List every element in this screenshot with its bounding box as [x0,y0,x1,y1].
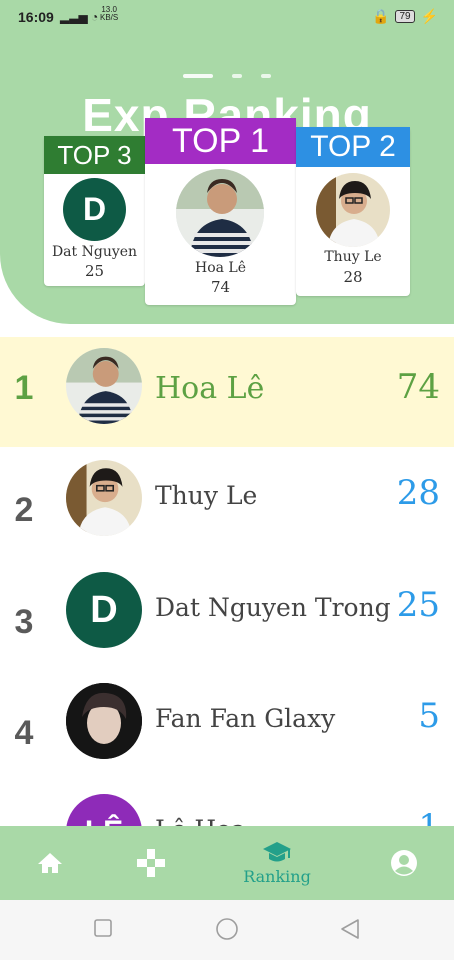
account-circle-icon [391,850,417,876]
avatar [176,169,264,257]
avatar: D [63,178,126,241]
battery-icon: 79 [395,10,415,23]
page-dot[interactable] [261,74,271,78]
graduation-cap-icon [263,841,291,861]
network-speed: 13.0 KB/S [100,5,119,22]
podium-top1[interactable]: TOP 1 Hoa Lê 74 [145,118,296,305]
podium-top3[interactable]: TOP 3 D Dat Nguyen 25 [44,136,145,286]
person-photo-icon [66,348,142,424]
person-photo-icon [66,460,142,536]
lock-icon: 🔒 [372,8,390,24]
player-score: 74 [396,367,440,407]
rank-number: 1 [14,369,34,407]
avatar [66,460,142,536]
page-dot[interactable] [232,74,242,78]
player-score: 5 [418,696,440,736]
system-navigation-bar [0,900,454,960]
podium-name: Hoa Lê [194,260,247,276]
list-item[interactable]: 4 Fan Fan Glaxy 5 [0,682,454,792]
recents-icon[interactable] [93,918,113,938]
person-photo-icon [66,683,142,759]
player-name: Thuy Le [155,481,258,510]
home-icon [38,853,62,873]
player-name: Fan Fan Glaxy [155,704,336,733]
list-item[interactable]: 2 Thuy Le 28 [0,459,454,569]
avatar [316,173,390,247]
rank-number: 3 [14,603,34,641]
status-bar: 16:09 ▂▃▅ ◔ 13.0 KB/S 🔒 79 ⚡ [0,0,454,34]
nav-ranking[interactable]: Ranking [237,826,317,900]
home-button-icon[interactable] [215,917,239,941]
nav-games[interactable] [111,826,191,900]
nav-ranking-label: Ranking [243,866,311,886]
player-name: Dat Nguyen Trong [155,593,391,622]
podium-name: Thuy Le [324,249,382,265]
podium-score: 74 [210,278,231,296]
podium-top2[interactable]: TOP 2 Thuy Le 28 [296,127,410,296]
top3-tag: TOP 3 [44,136,145,174]
top2-tag: TOP 2 [296,127,410,167]
nav-home[interactable] [10,826,90,900]
nav-profile[interactable] [364,826,444,900]
page-dot-active[interactable] [183,74,213,78]
list-item[interactable]: 3 D Dat Nguyen Trong 25 [0,571,454,681]
player-score: 28 [396,473,440,513]
rank-number: 2 [14,491,34,529]
signal-icon: ▂▃▅ ◔ [60,10,99,24]
person-photo-icon [176,169,264,257]
page-indicator [0,74,454,80]
person-photo-icon [316,173,390,247]
status-time: 16:09 [18,9,54,25]
avatar: D [66,572,142,648]
gamepad-icon [137,849,165,877]
player-name: Hoa Lê [155,371,265,406]
rank-number: 4 [14,714,34,752]
bottom-navigation: Ranking [0,826,454,900]
podium-score: 25 [84,262,105,280]
list-item[interactable]: 1 Hoa Lê 74 [0,337,454,447]
podium-name: Dat Nguyen [51,244,138,260]
avatar [66,348,142,424]
podium-score: 28 [343,268,363,286]
player-score: 25 [396,585,440,625]
avatar [66,683,142,759]
top1-tag: TOP 1 [145,118,296,164]
back-icon[interactable] [339,918,361,940]
charging-icon: ⚡ [420,8,438,24]
